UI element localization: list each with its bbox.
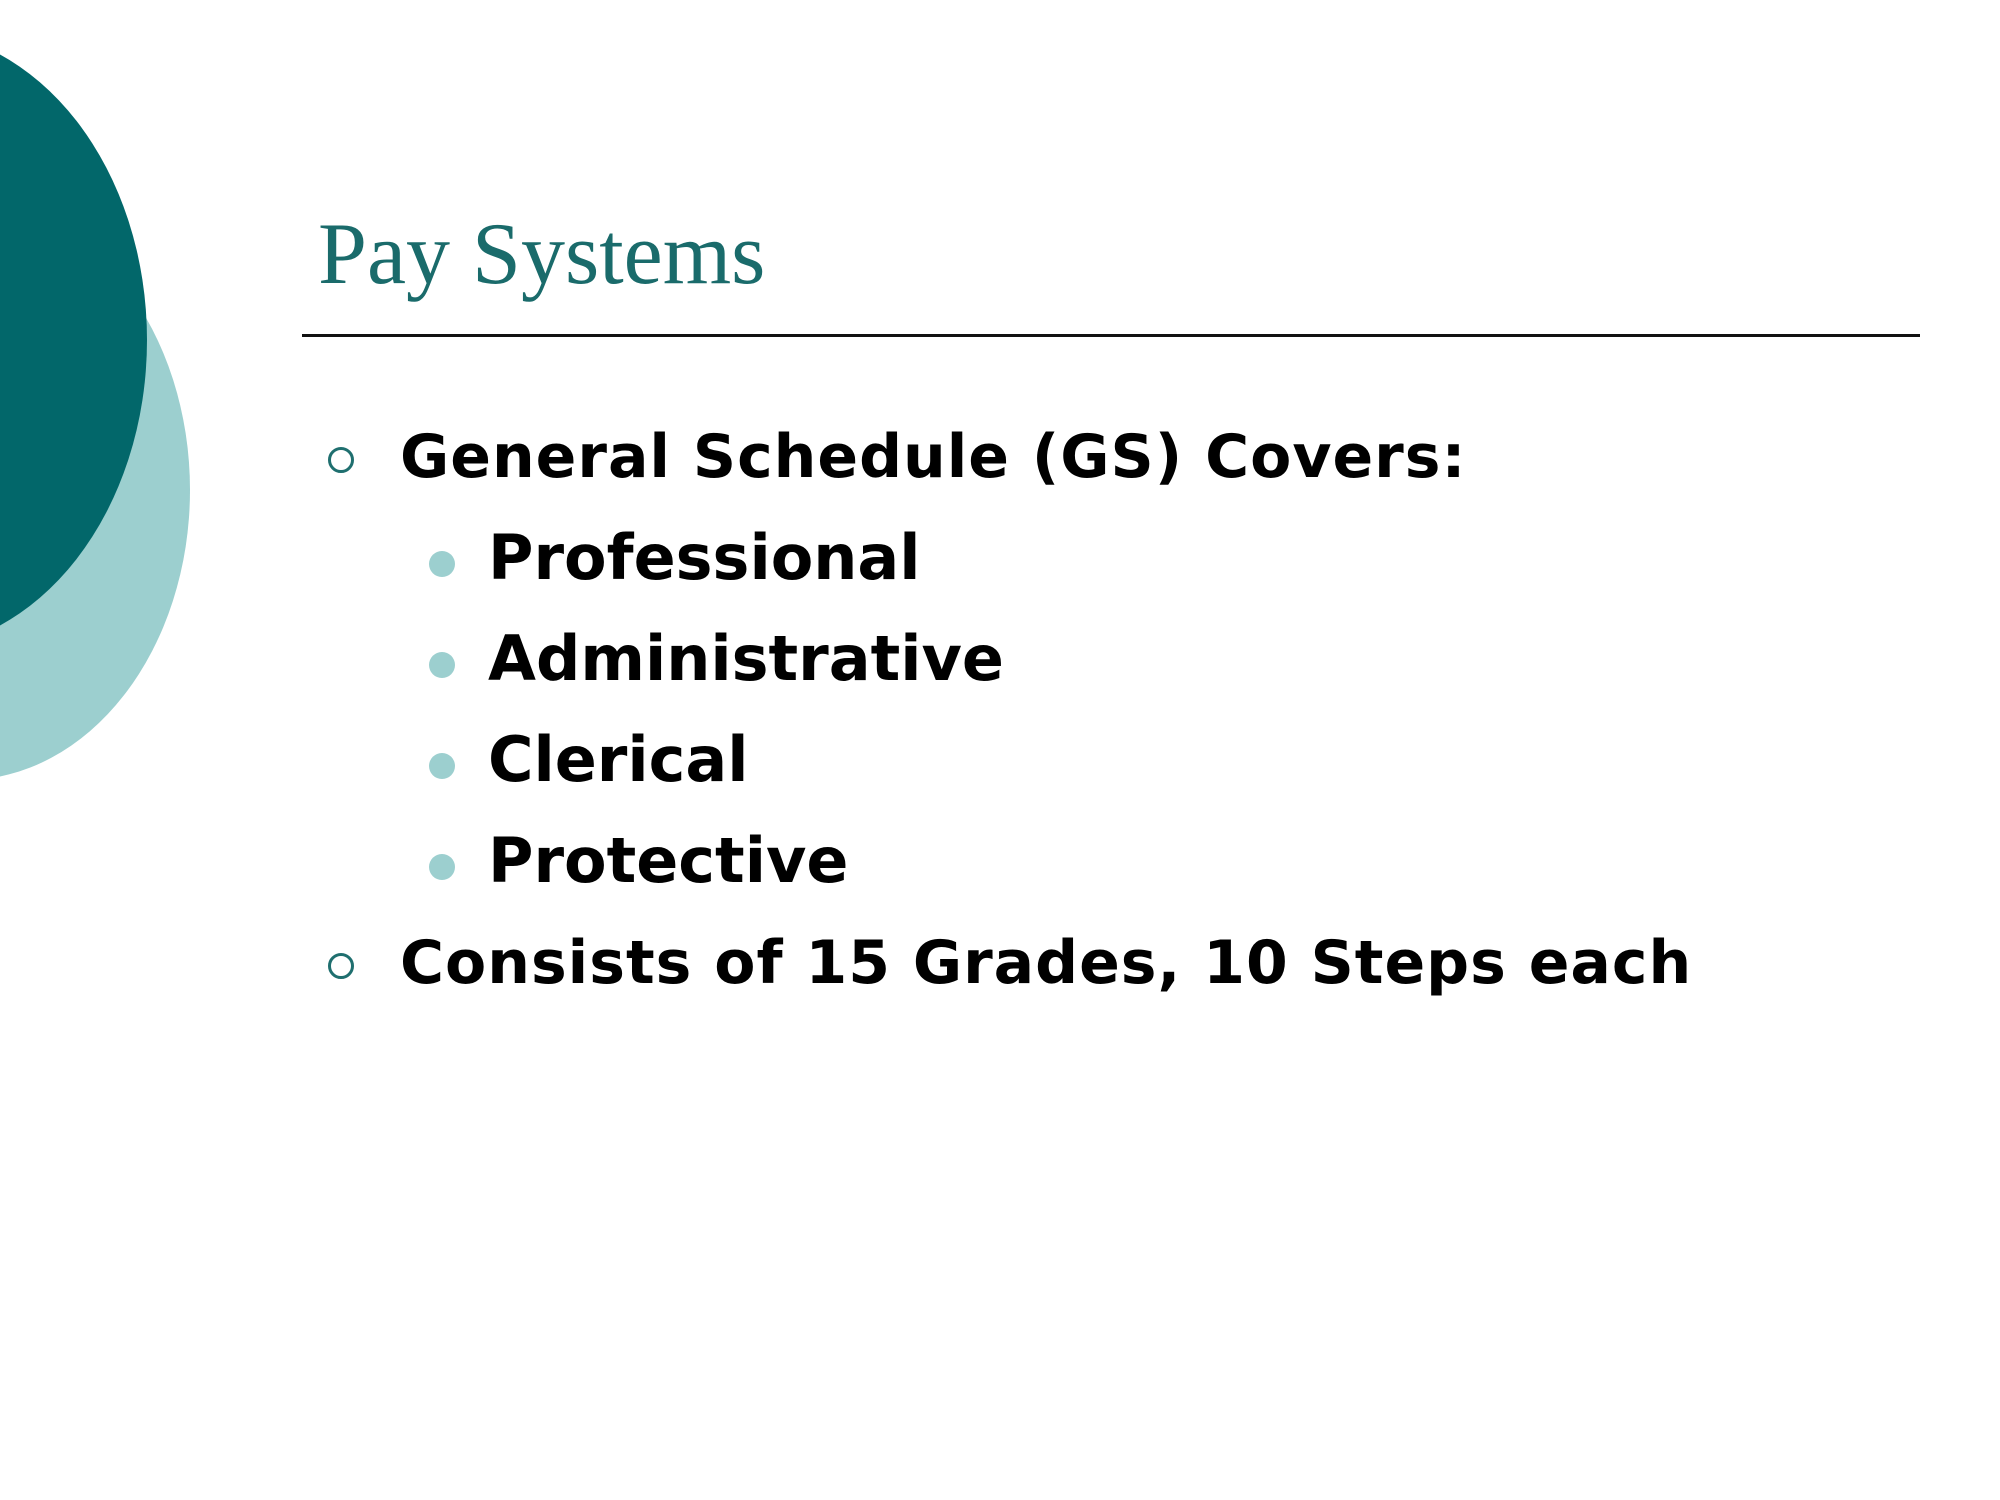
hollow-circle-icon — [328, 447, 354, 473]
sub-bullet-item-clerical: Clerical — [488, 723, 749, 796]
filled-dot-icon — [429, 854, 455, 880]
bullet-item-grades-steps: Consists of 15 Grades, 10 Steps each — [400, 928, 1693, 998]
bullet-list: General Schedule (GS) Covers: Profession… — [0, 0, 2000, 1500]
filled-dot-icon — [429, 551, 455, 577]
filled-dot-icon — [429, 753, 455, 779]
sub-bullet-item-administrative: Administrative — [488, 622, 1004, 695]
sub-bullet-item-professional: Professional — [488, 521, 921, 594]
slide: Pay Systems General Schedule (GS) Covers… — [0, 0, 2000, 1500]
hollow-circle-icon — [328, 953, 354, 979]
filled-dot-icon — [429, 652, 455, 678]
bullet-item-general-schedule: General Schedule (GS) Covers: — [400, 422, 1467, 492]
sub-bullet-item-protective: Protective — [488, 824, 849, 897]
